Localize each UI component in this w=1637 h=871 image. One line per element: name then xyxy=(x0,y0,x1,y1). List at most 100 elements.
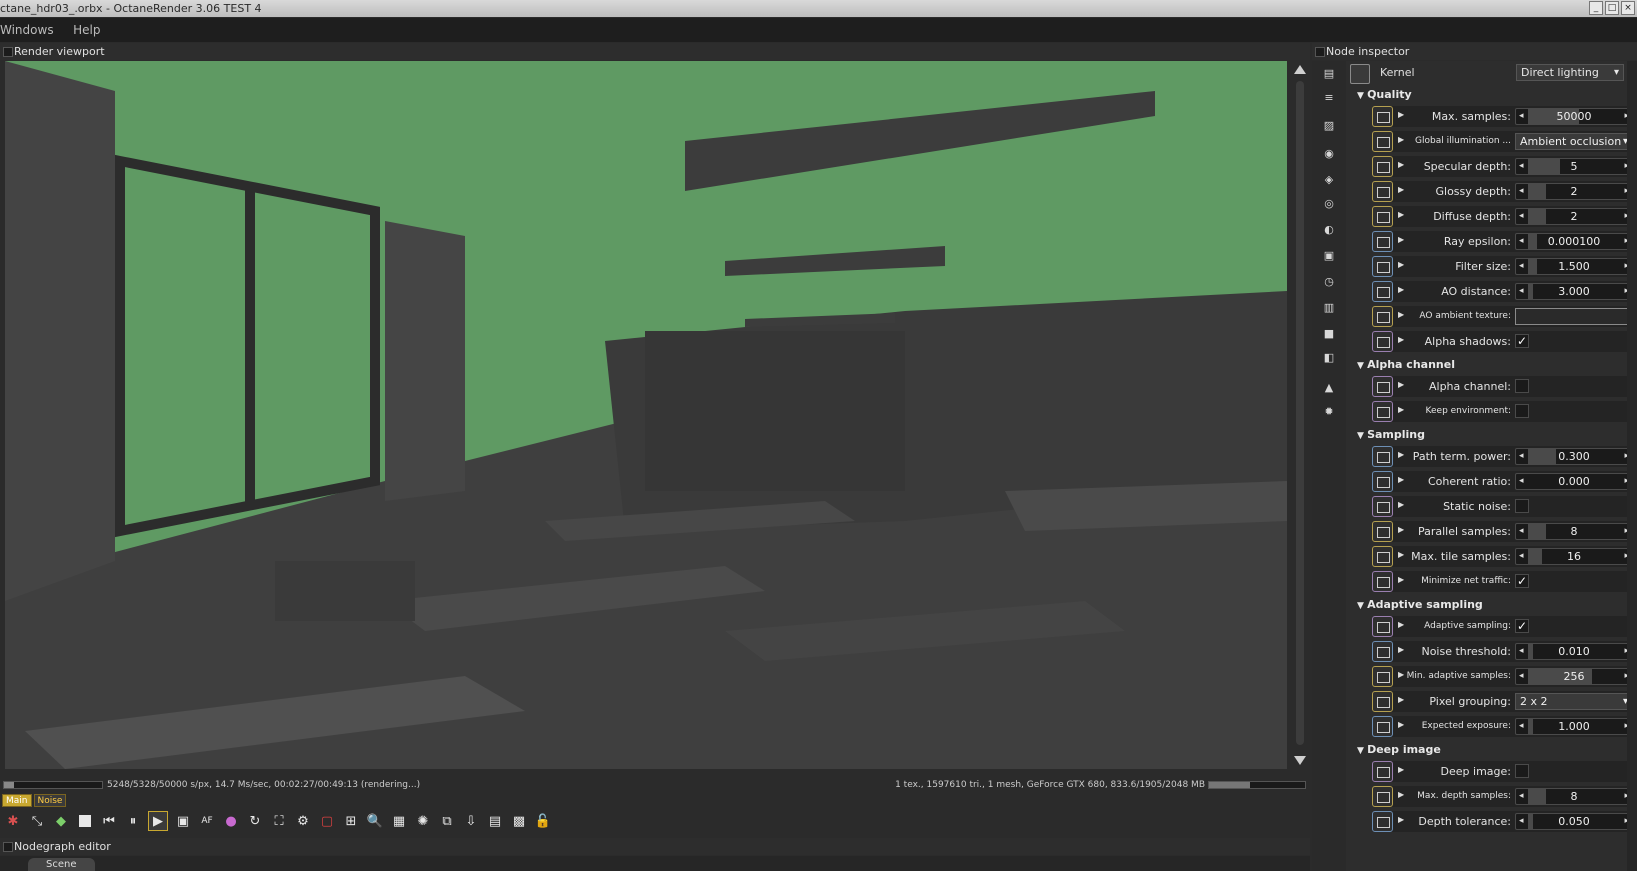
viewport-scrollbar[interactable] xyxy=(1292,61,1308,769)
pin-icon[interactable] xyxy=(1372,546,1393,567)
pin-icon[interactable] xyxy=(1372,256,1393,277)
global-illumination-dropdown[interactable]: Ambient occlusion xyxy=(1515,133,1633,150)
scroll-thumb[interactable] xyxy=(1296,81,1304,745)
expand-arrow-icon[interactable]: ▶ xyxy=(1398,110,1404,119)
pin-icon[interactable] xyxy=(1372,106,1393,127)
af-icon[interactable]: AF xyxy=(198,812,216,830)
kernel-node-icon[interactable] xyxy=(1350,64,1370,84)
render-viewport[interactable] xyxy=(5,61,1287,769)
render-viewport-header[interactable]: Render viewport xyxy=(0,43,1310,60)
close-button[interactable]: × xyxy=(1621,1,1635,15)
pin-icon[interactable] xyxy=(1372,716,1393,737)
noise-threshold-spinner[interactable]: 0.010 xyxy=(1515,643,1633,660)
tab-main[interactable]: Main xyxy=(2,794,32,807)
resize-icon[interactable]: ⤡ xyxy=(28,812,46,830)
layers-icon[interactable]: ▤ xyxy=(1321,65,1337,81)
max-samples-spinner[interactable]: 50000 xyxy=(1515,108,1633,125)
pin-icon[interactable] xyxy=(1372,811,1393,832)
expand-arrow-icon[interactable]: ▶ xyxy=(1398,525,1404,534)
expand-arrow-icon[interactable]: ▶ xyxy=(1398,380,1404,389)
film-region-icon[interactable]: ⊞ xyxy=(342,812,360,830)
blue-cube-icon[interactable]: ◧ xyxy=(1321,349,1337,365)
expand-arrow-icon[interactable]: ▶ xyxy=(1398,405,1404,414)
export-icon[interactable]: ⇩ xyxy=(462,812,480,830)
environment-icon[interactable]: ◈ xyxy=(1321,171,1337,187)
expand-arrow-icon[interactable]: ▶ xyxy=(1398,335,1404,344)
minimize-net-traffic-checkbox[interactable]: ✓ xyxy=(1515,574,1529,588)
pin-icon[interactable] xyxy=(1372,156,1393,177)
checker-icon[interactable]: ▩ xyxy=(510,812,528,830)
pin-icon[interactable] xyxy=(1372,521,1393,542)
stop-button[interactable] xyxy=(76,812,94,830)
section-adaptive-sampling[interactable]: Adaptive sampling xyxy=(1357,598,1483,611)
pin-icon[interactable] xyxy=(1372,761,1393,782)
adaptive-sampling-checkbox[interactable]: ✓ xyxy=(1515,619,1529,633)
material-icon[interactable]: ◐ xyxy=(1321,221,1337,237)
alpha-shadows-checkbox[interactable]: ✓ xyxy=(1515,334,1529,348)
color-picker-icon[interactable]: ● xyxy=(222,812,240,830)
tab-scene[interactable]: Scene xyxy=(28,858,95,871)
ray-epsilon-spinner[interactable]: 0.000100 xyxy=(1515,233,1633,250)
expand-arrow-icon[interactable]: ▶ xyxy=(1398,260,1404,269)
expand-arrow-icon[interactable]: ▶ xyxy=(1398,765,1404,774)
nodegraph-header[interactable]: Nodegraph editor xyxy=(0,838,1310,855)
menu-help[interactable]: Help xyxy=(73,18,116,42)
pin-icon[interactable] xyxy=(1372,691,1393,712)
section-deep-image[interactable]: Deep image xyxy=(1357,743,1441,756)
expand-arrow-icon[interactable]: ▶ xyxy=(1398,185,1404,194)
expand-arrow-icon[interactable]: ▶ xyxy=(1398,450,1404,459)
pin-icon[interactable] xyxy=(1372,641,1393,662)
parallel-samples-spinner[interactable]: 8 xyxy=(1515,523,1633,540)
deep-image-checkbox[interactable] xyxy=(1515,764,1529,778)
pin-icon[interactable] xyxy=(1372,571,1393,592)
scroll-down-arrow-icon[interactable] xyxy=(1294,756,1306,765)
pin-icon[interactable] xyxy=(1372,786,1393,807)
section-alpha-channel[interactable]: Alpha channel xyxy=(1357,358,1455,371)
expand-arrow-icon[interactable]: ▶ xyxy=(1398,160,1404,169)
landscape-icon[interactable]: ▲ xyxy=(1321,379,1337,395)
pin-icon[interactable] xyxy=(1372,376,1393,397)
section-sampling[interactable]: Sampling xyxy=(1357,428,1425,441)
image-icon[interactable]: ▨ xyxy=(1321,117,1337,133)
texture-icon[interactable]: ◎ xyxy=(1321,195,1337,211)
camera-node-icon[interactable]: ◉ xyxy=(1321,145,1337,161)
expand-arrow-icon[interactable]: ▶ xyxy=(1398,235,1404,244)
tab-noise[interactable]: Noise xyxy=(33,794,67,807)
pin-icon[interactable] xyxy=(1372,666,1393,687)
expected-exposure-spinner[interactable]: 1.000 xyxy=(1515,718,1633,735)
inspector-scrollbar[interactable] xyxy=(1627,61,1637,871)
expand-arrow-icon[interactable]: ▶ xyxy=(1398,695,1404,704)
lock-icon[interactable]: 🔓 xyxy=(534,812,552,830)
maximize-button[interactable]: □ xyxy=(1605,1,1619,15)
display-icon[interactable]: ▣ xyxy=(174,812,192,830)
node-inspector-header[interactable]: Node inspector xyxy=(1312,43,1637,60)
max-tile-samples-spinner[interactable]: 16 xyxy=(1515,548,1633,565)
expand-arrow-icon[interactable]: ▶ xyxy=(1398,475,1404,484)
specular-depth-spinner[interactable]: 5 xyxy=(1515,158,1633,175)
expand-arrow-icon[interactable]: ▶ xyxy=(1398,790,1404,799)
pin-icon[interactable] xyxy=(1372,181,1393,202)
pin-icon[interactable] xyxy=(1372,496,1393,517)
depth-tolerance-spinner[interactable]: 0.050 xyxy=(1515,813,1633,830)
imager-icon[interactable]: ▥ xyxy=(1321,299,1337,315)
static-noise-checkbox[interactable] xyxy=(1515,499,1529,513)
alpha-channel-checkbox[interactable] xyxy=(1515,379,1529,393)
stop-render-gear-icon[interactable]: ✱ xyxy=(4,812,22,830)
pixel-grouping-dropdown[interactable]: 2 x 2 xyxy=(1515,693,1633,710)
save-image-icon[interactable]: ▤ xyxy=(486,812,504,830)
expand-arrow-icon[interactable]: ▶ xyxy=(1398,620,1404,629)
red-cube-icon[interactable]: ■ xyxy=(1321,325,1337,341)
pin-icon[interactable] xyxy=(1372,331,1393,352)
max-depth-samples-spinner[interactable]: 8 xyxy=(1515,788,1633,805)
restart-button[interactable]: ⏮ xyxy=(100,812,118,830)
pin-icon[interactable] xyxy=(1372,131,1393,152)
settings-icon[interactable]: ⚙ xyxy=(294,812,312,830)
coherent-ratio-spinner[interactable]: 0.000 xyxy=(1515,473,1633,490)
list-icon[interactable]: ≡ xyxy=(1321,89,1337,105)
expand-arrow-icon[interactable]: ▶ xyxy=(1398,670,1404,679)
rotate-icon[interactable]: ↻ xyxy=(246,812,264,830)
expand-arrow-icon[interactable]: ▶ xyxy=(1398,815,1404,824)
mesh-icon[interactable]: ▣ xyxy=(1321,247,1337,263)
expand-arrow-icon[interactable]: ▶ xyxy=(1398,645,1404,654)
pin-icon[interactable] xyxy=(1372,401,1393,422)
